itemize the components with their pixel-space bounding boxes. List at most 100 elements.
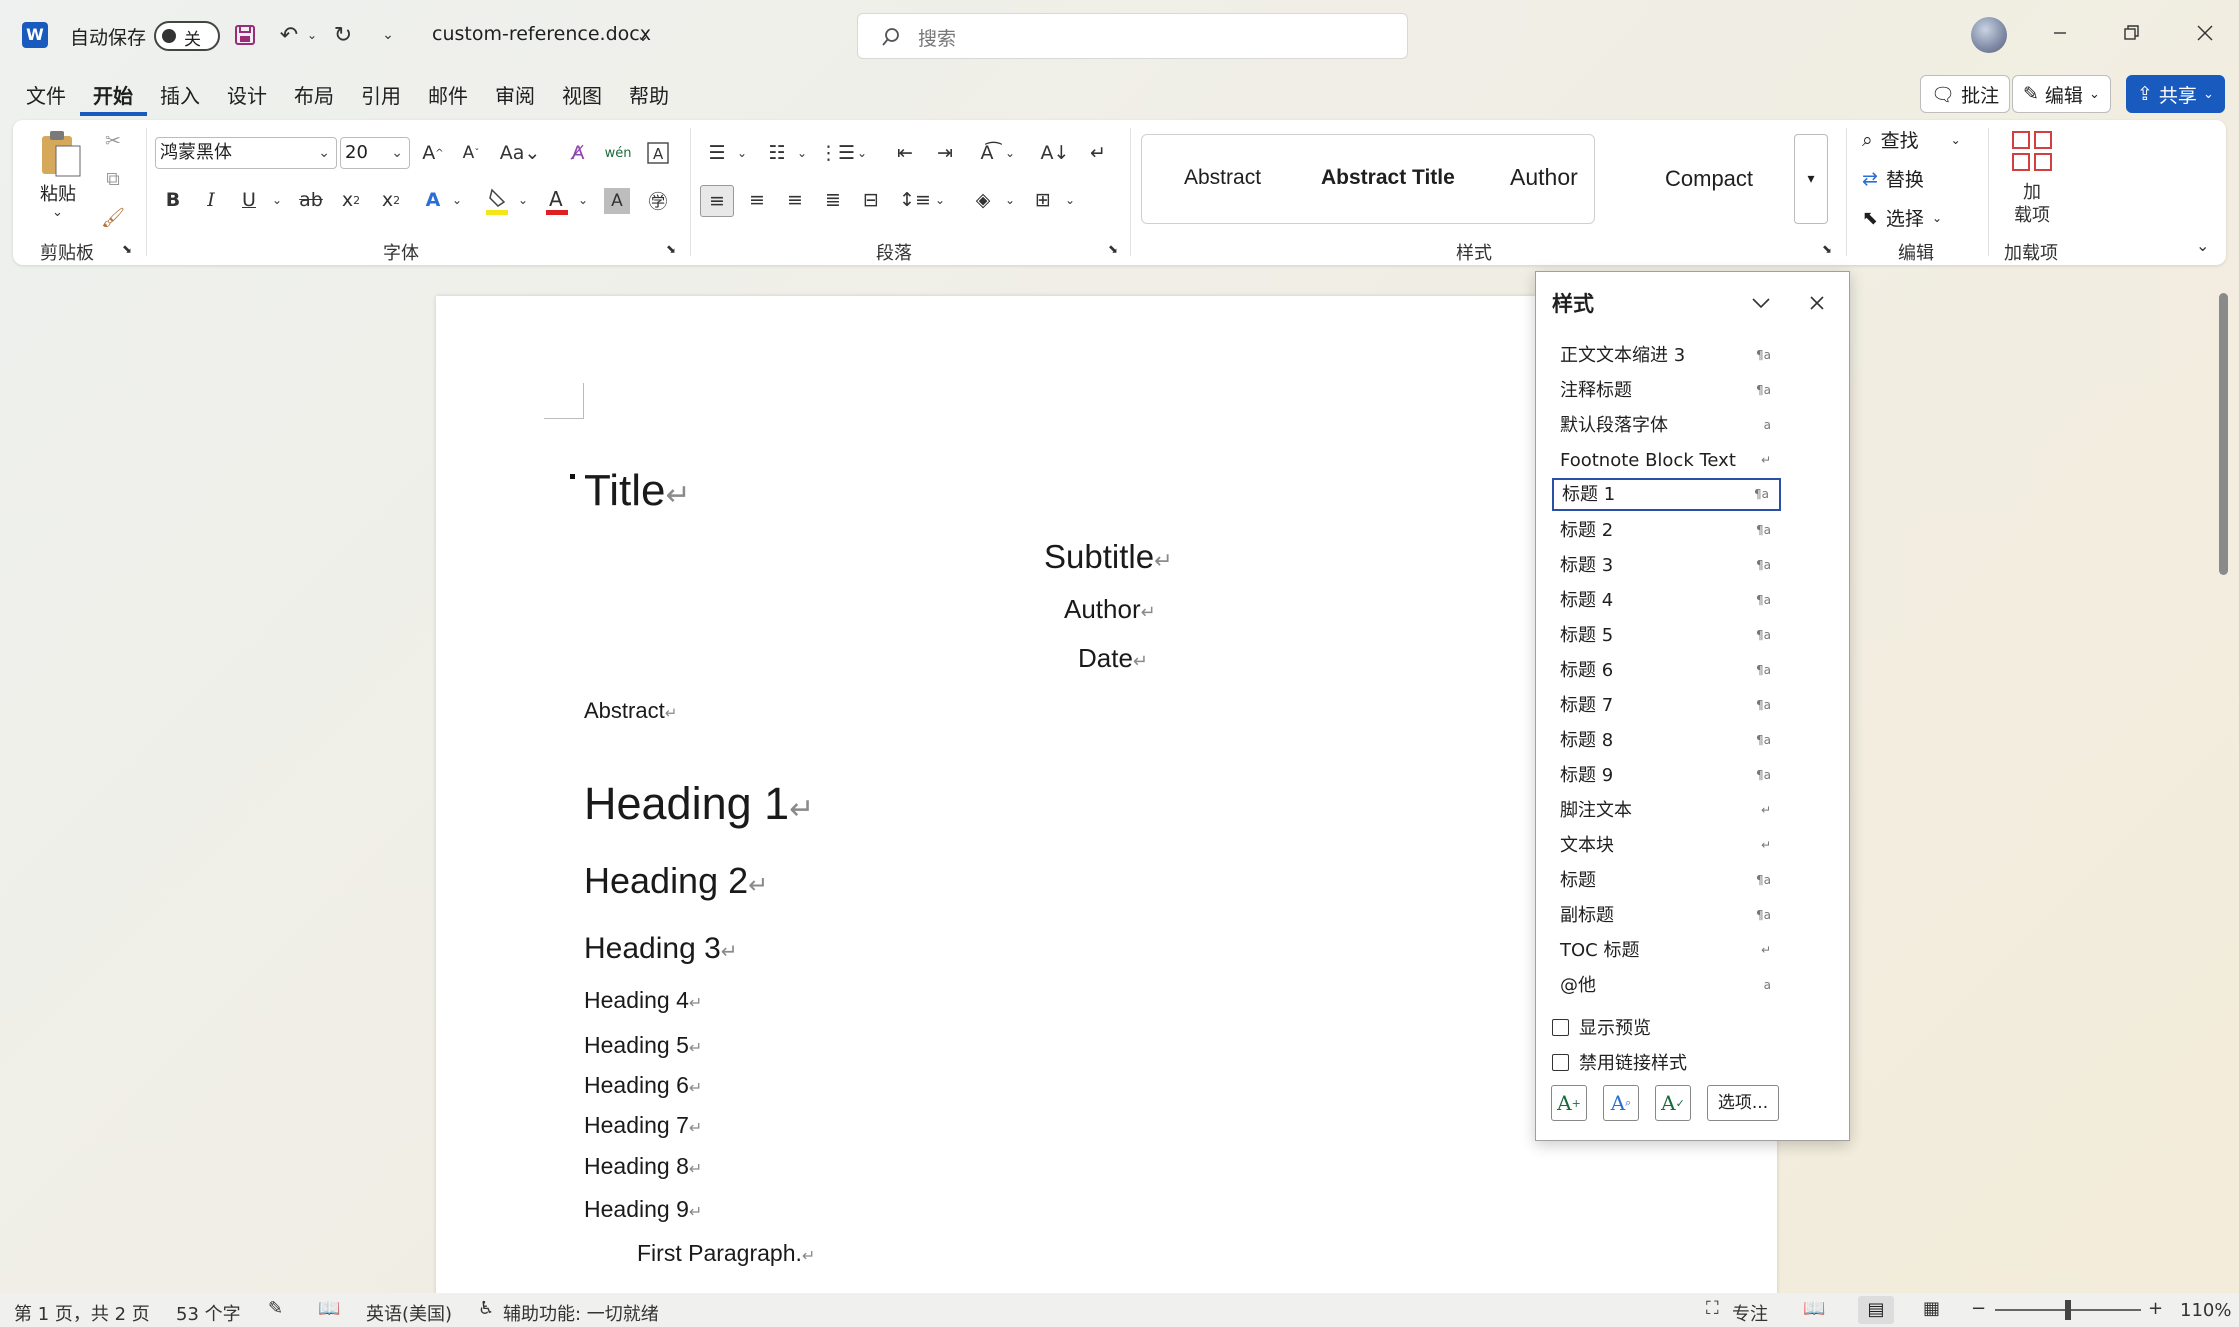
- autosave-toggle[interactable]: 关: [154, 21, 220, 51]
- doc-heading-1[interactable]: Heading 1↵: [584, 778, 814, 830]
- close-icon[interactable]: [2190, 18, 2220, 48]
- doc-first-paragraph[interactable]: First Paragraph.↵: [637, 1240, 815, 1267]
- style-list-item[interactable]: 标题 ¶a: [1552, 864, 1781, 897]
- paste-label[interactable]: 粘贴: [40, 180, 76, 206]
- style-list-item[interactable]: 副标题 ¶a: [1552, 899, 1781, 932]
- text-effects-dropdown-icon[interactable]: ⌄: [448, 185, 466, 215]
- print-layout-icon[interactable]: ▤: [1858, 1296, 1894, 1324]
- undo-dropdown-icon[interactable]: ⌄: [304, 20, 320, 50]
- tab-home[interactable]: 开始: [80, 78, 147, 116]
- style-gallery-item-abstract-title[interactable]: Abstract Title: [1321, 166, 1455, 190]
- font-size-combo[interactable]: 20 ⌄: [340, 137, 410, 169]
- phonetic-guide-icon[interactable]: wén: [603, 138, 633, 168]
- character-shading-icon[interactable]: A: [604, 188, 630, 214]
- change-case-icon[interactable]: Aa⌄: [498, 138, 542, 168]
- style-list-item[interactable]: 标题 7 ¶a: [1552, 689, 1781, 722]
- doc-heading-5[interactable]: Heading 5↵: [584, 1032, 702, 1059]
- doc-heading-8[interactable]: Heading 8↵: [584, 1153, 702, 1180]
- style-list-item[interactable]: TOC 标题 ↵: [1552, 934, 1781, 967]
- grow-font-icon[interactable]: A ^: [418, 138, 448, 168]
- tab-layout[interactable]: 布局: [281, 78, 348, 116]
- increase-indent-icon[interactable]: ⇥: [930, 138, 960, 168]
- dialog-launcher-icon[interactable]: ⬊: [122, 242, 132, 256]
- tab-review[interactable]: 审阅: [482, 78, 549, 116]
- strikethrough-icon[interactable]: ab: [296, 185, 326, 215]
- underline-icon[interactable]: U: [234, 185, 264, 215]
- style-gallery-item-compact[interactable]: Compact: [1665, 166, 1753, 192]
- comment-button[interactable]: 🗨 批注: [1920, 75, 2011, 113]
- page-info[interactable]: 第 1 页，共 2 页: [14, 1300, 150, 1326]
- style-gallery-item-abstract[interactable]: Abstract: [1184, 166, 1261, 190]
- language-indicator[interactable]: 英语(美国): [366, 1300, 452, 1326]
- tab-insert[interactable]: 插入: [147, 78, 214, 116]
- align-right-icon[interactable]: ≡: [780, 185, 810, 215]
- vertical-scrollbar-thumb[interactable]: [2219, 293, 2228, 575]
- new-style-icon[interactable]: A +: [1551, 1085, 1587, 1121]
- subscript-icon[interactable]: x2: [336, 185, 366, 215]
- highlight-dropdown-icon[interactable]: ⌄: [514, 185, 532, 215]
- filename-chevron-icon[interactable]: ⌄: [632, 22, 654, 48]
- shading-dropdown-icon[interactable]: ⌄: [1002, 185, 1018, 215]
- multilevel-dropdown-icon[interactable]: ⌄: [854, 138, 870, 168]
- pane-options-chevron-icon[interactable]: [1746, 288, 1776, 318]
- numbering-dropdown-icon[interactable]: ⌄: [794, 138, 810, 168]
- doc-date[interactable]: Date↵: [1078, 643, 1148, 674]
- doc-heading-3[interactable]: Heading 3↵: [584, 932, 738, 966]
- doc-heading-9[interactable]: Heading 9↵: [584, 1196, 702, 1223]
- style-options-button[interactable]: 选项...: [1707, 1085, 1779, 1121]
- style-gallery-item-author[interactable]: Author: [1510, 164, 1578, 191]
- cut-icon[interactable]: ✂: [100, 128, 126, 154]
- select-button[interactable]: ⬉ 选择 ⌄: [1862, 204, 1942, 231]
- align-center-icon[interactable]: ≡: [742, 185, 772, 215]
- show-preview-checkbox[interactable]: 显示预览: [1552, 1014, 1651, 1040]
- asian-layout-icon[interactable]: A͡: [972, 138, 1002, 168]
- zoom-in-icon[interactable]: +: [2148, 1298, 2163, 1319]
- doc-title[interactable]: Title↵: [584, 466, 691, 516]
- share-button[interactable]: ⇪ 共享 ⌄: [2126, 75, 2225, 113]
- highlight-icon[interactable]: [482, 186, 512, 216]
- tab-view[interactable]: 视图: [549, 78, 616, 116]
- zoom-out-icon[interactable]: −: [1971, 1298, 1986, 1319]
- style-inspector-icon[interactable]: A ⌕: [1603, 1085, 1639, 1121]
- tab-mailings[interactable]: 邮件: [415, 78, 482, 116]
- clear-formatting-icon[interactable]: A̸: [563, 138, 593, 168]
- tab-help[interactable]: 帮助: [616, 78, 683, 116]
- sort-icon[interactable]: A↓: [1040, 138, 1070, 168]
- dialog-launcher-icon[interactable]: ⬊: [666, 242, 676, 256]
- style-list-item[interactable]: 脚注文本 ↵: [1552, 794, 1781, 827]
- manage-styles-icon[interactable]: A ✓: [1655, 1085, 1691, 1121]
- doc-heading-2[interactable]: Heading 2↵: [584, 860, 768, 902]
- edit-mode-button[interactable]: ✎ 编辑 ⌄: [2012, 75, 2111, 113]
- borders-dropdown-icon[interactable]: ⌄: [1062, 185, 1078, 215]
- distributed-icon[interactable]: ⊟: [856, 185, 886, 215]
- style-list-item[interactable]: Footnote Block Text ↵: [1552, 444, 1781, 477]
- character-border-icon[interactable]: A: [643, 138, 673, 168]
- doc-abstract[interactable]: Abstract↵: [584, 698, 677, 724]
- style-list-item[interactable]: 文本块 ↵: [1552, 829, 1781, 862]
- paste-icon[interactable]: [38, 128, 84, 180]
- style-list-item[interactable]: 标题 4 ¶a: [1552, 584, 1781, 617]
- find-button[interactable]: ⌕ 查找 ⌄: [1862, 126, 1961, 153]
- asian-layout-dropdown-icon[interactable]: ⌄: [1002, 138, 1018, 168]
- style-list-item[interactable]: @他 a: [1552, 969, 1781, 1002]
- copy-icon[interactable]: ⧉: [100, 166, 126, 192]
- zoom-slider-thumb[interactable]: [2065, 1300, 2071, 1320]
- dialog-launcher-icon[interactable]: ⬊: [1822, 242, 1832, 256]
- zoom-level[interactable]: 110%: [2180, 1300, 2231, 1321]
- style-list-item[interactable]: 正文文本缩进 3 ¶a: [1552, 339, 1781, 372]
- doc-heading-4[interactable]: Heading 4↵: [584, 987, 702, 1014]
- tab-references[interactable]: 引用: [348, 78, 415, 116]
- underline-dropdown-icon[interactable]: ⌄: [268, 185, 286, 215]
- avatar[interactable]: [1971, 17, 2007, 53]
- focus-mode-button[interactable]: 专注: [1732, 1300, 1768, 1326]
- doc-heading-7[interactable]: Heading 7↵: [584, 1112, 702, 1139]
- tab-design[interactable]: 设计: [214, 78, 281, 116]
- multilevel-list-icon[interactable]: ⋮☰: [819, 138, 855, 168]
- style-list-item[interactable]: 标题 2 ¶a: [1552, 514, 1781, 547]
- decrease-indent-icon[interactable]: ⇤: [890, 138, 920, 168]
- collapse-ribbon-icon[interactable]: ⌄: [2196, 236, 2209, 255]
- italic-icon[interactable]: I: [196, 185, 226, 215]
- text-effects-icon[interactable]: A: [418, 185, 448, 215]
- style-list-item[interactable]: 注释标题 ¶a: [1552, 374, 1781, 407]
- redo-icon[interactable]: ↻: [328, 20, 358, 50]
